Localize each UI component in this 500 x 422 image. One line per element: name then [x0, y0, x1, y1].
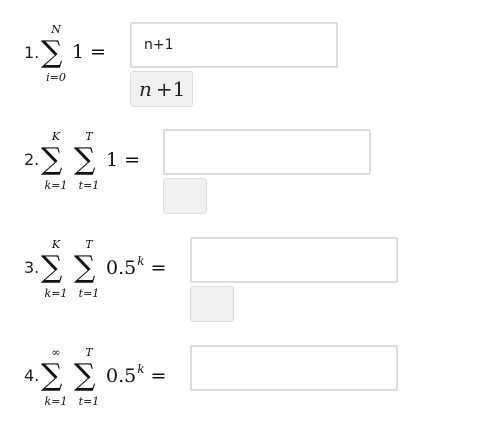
equals-sign: =	[150, 257, 167, 279]
summand: 0.5	[106, 365, 137, 387]
sum-lower-limit: t=1	[78, 179, 100, 192]
summand-exponent: k	[137, 254, 145, 268]
question-number: 3.	[24, 258, 40, 277]
summand-expression: 1 =	[106, 149, 140, 171]
sigma-symbol: ∑	[74, 358, 96, 393]
answer-input-4[interactable]	[190, 345, 398, 391]
question-number: 2.	[24, 150, 40, 169]
sigma-symbol: ∑	[74, 250, 96, 285]
sum-lower-limit: t=1	[78, 395, 100, 408]
summand: 1	[106, 149, 119, 171]
sigma-symbol: ∑	[74, 142, 96, 177]
summand-expression: 0.5k =	[106, 254, 167, 281]
sum-lower-limit: i=0	[46, 71, 66, 84]
preview-variable: n	[139, 77, 152, 101]
sum-lower-limit: t=1	[78, 287, 100, 300]
sigma-symbol: ∑	[41, 142, 63, 177]
preview-rest: +1	[155, 77, 186, 101]
equals-sign: =	[124, 149, 141, 171]
sigma-symbol: ∑	[41, 35, 63, 70]
answer-input-3[interactable]	[190, 237, 398, 283]
sum-lower-limit: k=1	[44, 395, 68, 408]
sigma-symbol: ∑	[41, 250, 63, 285]
equals-sign: =	[90, 41, 107, 63]
question-number: 1.	[24, 43, 40, 62]
summand-expression: 0.5k =	[106, 362, 167, 389]
answer-preview-3	[190, 286, 234, 322]
sum-lower-limit: k=1	[44, 287, 68, 300]
summand-expression: 1 =	[72, 41, 106, 63]
answer-input-2[interactable]	[163, 129, 371, 175]
summand: 1	[72, 41, 85, 63]
sigma-symbol: ∑	[41, 358, 63, 393]
preview-expression: n +1	[139, 77, 185, 101]
answer-input-1[interactable]	[130, 22, 338, 68]
summand: 0.5	[106, 257, 137, 279]
equals-sign: =	[150, 365, 167, 387]
answer-preview-2	[163, 178, 207, 214]
summand-exponent: k	[137, 362, 145, 376]
answer-preview-1: n +1	[130, 71, 193, 107]
sum-lower-limit: k=1	[44, 179, 68, 192]
question-number: 4.	[24, 366, 40, 385]
